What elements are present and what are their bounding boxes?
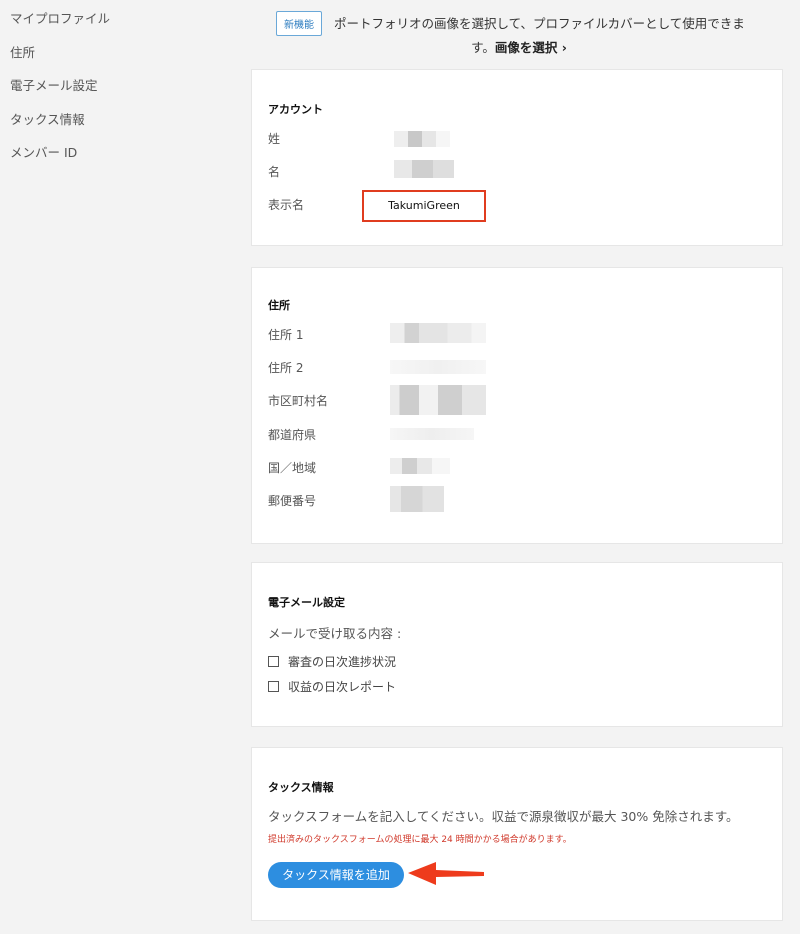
display-name-highlight[interactable]: TakumiGreen (362, 190, 486, 222)
pointer-arrow-icon (408, 862, 484, 885)
sidebar-item-address[interactable]: 住所 (10, 44, 230, 78)
option-review-progress[interactable]: 審査の日次進捗状況 (268, 653, 396, 670)
country-label: 国／地域 (268, 461, 317, 475)
revenue-report-checkbox[interactable] (268, 681, 279, 692)
prefecture-label: 都道府県 (268, 428, 317, 442)
banner-text-line2: す。 (471, 40, 495, 55)
account-title: アカウント (268, 103, 323, 116)
review-progress-checkbox[interactable] (268, 656, 279, 667)
address2-label: 住所 2 (268, 361, 304, 375)
first-name-label: 名 (268, 165, 281, 179)
display-name-value: TakumiGreen (388, 199, 460, 212)
display-name-label: 表示名 (268, 198, 305, 212)
address-title: 住所 (268, 299, 290, 312)
last-name-label: 姓 (268, 132, 281, 146)
tax-info-card: タックス情報 タックスフォームを記入してください。収益で源泉徴収が最大 30% … (252, 748, 782, 920)
review-progress-label: 審査の日次進捗状況 (288, 655, 397, 669)
address-card: 住所 住所 1 住所 2 市区町村名 都道府県 国／地域 郵便番号 (252, 268, 782, 543)
postal-code-value-redacted (390, 486, 444, 512)
tax-info-title: タックス情報 (268, 781, 334, 794)
prefecture-value-redacted (390, 428, 474, 440)
tax-description: タックスフォームを記入してください。収益で源泉徴収が最大 30% 免除されます。 (268, 809, 739, 824)
sidebar-item-member-id[interactable]: メンバー ID (10, 144, 230, 178)
address1-value-redacted (390, 323, 486, 343)
sidebar-item-my-profile[interactable]: マイプロファイル (10, 10, 230, 44)
email-settings-card: 電子メール設定 メールで受け取る内容 : 審査の日次進捗状況 収益の日次レポート (252, 563, 782, 726)
sidebar-item-email-settings[interactable]: 電子メール設定 (10, 77, 230, 111)
banner-text-line1: ポートフォリオの画像を選択して、プロファイルカバーとして使用できま (334, 16, 745, 31)
new-feature-badge: 新機能 (276, 11, 322, 36)
banner-message: ポートフォリオの画像を選択して、プロファイルカバーとして使用できま す。画像を選… (334, 12, 774, 60)
address1-label: 住所 1 (268, 328, 304, 342)
country-value-redacted (390, 458, 450, 474)
last-name-value-redacted (394, 131, 450, 147)
add-tax-info-button[interactable]: タックス情報を追加 (268, 862, 404, 888)
first-name-value-redacted (394, 160, 454, 178)
city-label: 市区町村名 (268, 394, 329, 408)
tax-processing-note: 提出済みのタックスフォームの処理に最大 24 時間かかる場合があります。 (268, 835, 572, 845)
address2-value-redacted (390, 360, 486, 374)
postal-code-label: 郵便番号 (268, 494, 317, 508)
revenue-report-label: 収益の日次レポート (288, 680, 397, 694)
email-receive-label: メールで受け取る内容 : (268, 626, 402, 641)
option-revenue-report[interactable]: 収益の日次レポート (268, 678, 396, 695)
select-image-link[interactable]: 画像を選択 › (495, 40, 567, 55)
account-card: アカウント 姓 名 表示名 TakumiGreen (252, 70, 782, 245)
email-settings-title: 電子メール設定 (268, 596, 345, 609)
sidebar-nav: マイプロファイル 住所 電子メール設定 タックス情報 メンバー ID (10, 10, 230, 178)
city-value-redacted (390, 385, 486, 415)
sidebar-item-tax-info[interactable]: タックス情報 (10, 111, 230, 145)
